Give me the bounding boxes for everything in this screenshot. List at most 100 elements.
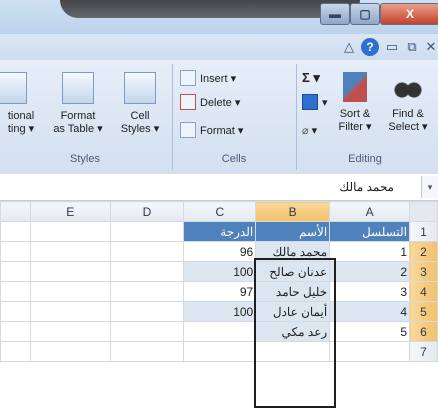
- cell-d4[interactable]: [109, 281, 185, 302]
- maximize-button[interactable]: ▢: [350, 3, 380, 25]
- column-header-b[interactable]: B: [255, 201, 331, 222]
- close-workbook-icon[interactable]: ✕: [422, 38, 438, 56]
- row-header-1[interactable]: 1: [409, 221, 438, 242]
- conditional-formatting-button[interactable]: tional ting ▾: [0, 64, 42, 148]
- clear-button[interactable]: ⌀ ▾: [302, 120, 317, 140]
- sort-filter-label2: Filter ▾: [338, 121, 372, 133]
- cell-d7[interactable]: [109, 341, 185, 362]
- cell[interactable]: [0, 321, 31, 342]
- cell-e1[interactable]: [29, 221, 111, 242]
- column-header-a[interactable]: A: [329, 201, 411, 222]
- cell[interactable]: [0, 301, 31, 322]
- cell-c4[interactable]: 97: [183, 281, 257, 302]
- format-as-table-button[interactable]: Format as Table ▾: [46, 64, 110, 148]
- row-header-4[interactable]: 4: [409, 281, 438, 302]
- insert-label: Insert ▾: [200, 72, 237, 85]
- cell[interactable]: [0, 281, 31, 302]
- delete-label: Delete ▾: [200, 96, 241, 109]
- cell-a7[interactable]: [329, 341, 411, 362]
- cell[interactable]: [0, 261, 31, 282]
- cell-e7[interactable]: [29, 341, 111, 362]
- cell[interactable]: [0, 221, 31, 242]
- cell-a4[interactable]: 3: [329, 281, 411, 302]
- format-button[interactable]: Format ▾: [180, 120, 243, 140]
- cell-a6[interactable]: 5: [329, 321, 411, 342]
- fill-arrow: ▾: [322, 96, 328, 109]
- styles-group-label: Styles: [70, 153, 100, 165]
- sort-filter-label1: Sort &: [339, 108, 371, 120]
- cell-c2[interactable]: 96: [183, 241, 257, 262]
- maximize-icon: ▢: [359, 7, 371, 21]
- cell-styles-button[interactable]: Cell Styles ▾: [112, 64, 168, 148]
- cells-group-label: Cells: [221, 153, 247, 165]
- cell-b5[interactable]: أيمان عادل: [255, 301, 331, 322]
- minimize-ribbon-icon[interactable]: ▭: [383, 38, 401, 56]
- insert-button[interactable]: Insert ▾: [180, 68, 236, 88]
- eraser-icon: ⌀: [302, 124, 309, 137]
- fill-button[interactable]: ▾: [302, 92, 328, 112]
- format-icon: [180, 122, 196, 138]
- cell-b3[interactable]: عدنان صالح: [255, 261, 331, 282]
- cell[interactable]: [0, 341, 31, 362]
- restore-icon[interactable]: ⧉: [403, 38, 421, 56]
- row-header-7[interactable]: 7: [409, 341, 438, 362]
- formula-bar-value[interactable]: محمد مالك: [339, 180, 394, 194]
- cell-b7[interactable]: [255, 341, 331, 362]
- column-header-blank[interactable]: [0, 201, 31, 222]
- worksheet-grid[interactable]: E D C B A الدرجة الأسم التسلسل 1 96 محمد…: [0, 201, 438, 403]
- cell-b2[interactable]: محمد مالك: [255, 241, 331, 262]
- minimize-button[interactable]: ▬: [320, 3, 350, 25]
- cell-e5[interactable]: [29, 301, 111, 322]
- cell-c7[interactable]: [183, 341, 257, 362]
- autosum-button[interactable]: Σ ▾: [302, 68, 320, 88]
- cell-e3[interactable]: [29, 261, 111, 282]
- sort-filter-button[interactable]: Sort & Filter ▾: [330, 64, 380, 148]
- column-header-c[interactable]: C: [183, 201, 257, 222]
- cell[interactable]: [0, 241, 31, 262]
- row-header-3[interactable]: 3: [409, 261, 438, 282]
- close-icon: X: [405, 7, 414, 21]
- conditional-formatting-label1: tional: [7, 110, 35, 122]
- formula-bar-expand-button[interactable]: ▾: [421, 176, 438, 198]
- sort-filter-icon: [343, 72, 367, 102]
- format-as-table-label1: Format: [60, 110, 96, 122]
- help-icon[interactable]: ?: [361, 38, 379, 56]
- row-header-2[interactable]: 2: [409, 241, 438, 262]
- cell-b4[interactable]: خليل حامد: [255, 281, 331, 302]
- cell-d1[interactable]: [109, 221, 185, 242]
- group-separator: [172, 64, 173, 170]
- cell-e2[interactable]: [29, 241, 111, 262]
- delete-icon: [180, 94, 196, 110]
- cell-c6[interactable]: [183, 321, 257, 342]
- cell-e4[interactable]: [29, 281, 111, 302]
- binoculars-icon: [393, 72, 423, 102]
- cell-d6[interactable]: [109, 321, 185, 342]
- close-button[interactable]: X: [380, 3, 438, 25]
- column-header-e[interactable]: E: [29, 201, 111, 222]
- cell-c1[interactable]: الدرجة: [183, 221, 257, 242]
- row-header-6[interactable]: 6: [409, 321, 438, 342]
- cell-a1[interactable]: التسلسل: [329, 221, 411, 242]
- title-bar-shadow: [60, 0, 360, 18]
- up-arrow-icon[interactable]: △: [340, 38, 358, 56]
- cell-e6[interactable]: [29, 321, 111, 342]
- cell-d3[interactable]: [109, 261, 185, 282]
- cell-b6[interactable]: رعد مكي: [255, 321, 331, 342]
- cell-a5[interactable]: 4: [329, 301, 411, 322]
- cell-a2[interactable]: 1: [329, 241, 411, 262]
- row-header-5[interactable]: 5: [409, 301, 438, 322]
- delete-button[interactable]: Delete ▾: [180, 92, 240, 112]
- autosum-icon: Σ ▾: [302, 70, 320, 85]
- find-select-button[interactable]: Find & Select ▾: [382, 64, 434, 148]
- cell-b1[interactable]: الأسم: [255, 221, 331, 242]
- cell-c3[interactable]: 100: [183, 261, 257, 282]
- cell-a3[interactable]: 2: [329, 261, 411, 282]
- cell-styles-icon: [124, 72, 156, 104]
- cell-d2[interactable]: [109, 241, 185, 262]
- cell-d5[interactable]: [109, 301, 185, 322]
- column-header-d[interactable]: D: [109, 201, 185, 222]
- editing-group-label: Editing: [348, 153, 382, 165]
- select-all-corner[interactable]: [409, 201, 438, 222]
- cell-c5[interactable]: 100: [183, 301, 257, 322]
- insert-icon: [180, 70, 196, 86]
